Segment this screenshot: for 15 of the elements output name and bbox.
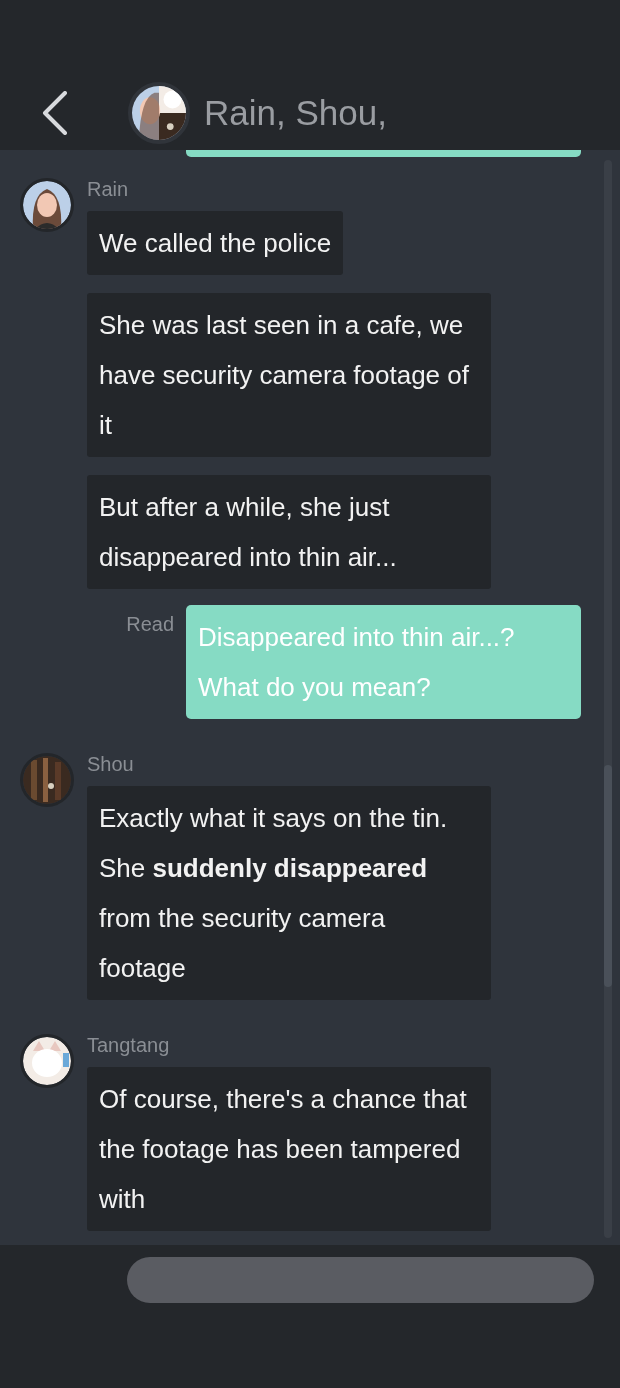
back-icon[interactable] [42, 90, 68, 135]
message-bubble: She was last seen in a cafe, we have security camera footage of it [87, 293, 491, 457]
message-bubble: Of course, there's a chance that the footage has been tampered with [87, 1067, 491, 1231]
sender-name: Rain [87, 178, 130, 201]
sender-name: Tangtang [87, 1034, 171, 1057]
scrollbar-thumb[interactable] [604, 765, 612, 987]
message-bubble: Disappeared into thin air...? What do you mean? [186, 605, 581, 719]
message-input[interactable] [127, 1257, 594, 1303]
sender-name: Shou [87, 753, 135, 776]
message-bubble: But after a while, she just disappeared into thin air... [87, 475, 491, 589]
group-avatar [128, 81, 190, 144]
message-bubble: We called the police [87, 211, 344, 275]
message-bubble: Exactly what it says on the tin. She suddenly disappeared from the security camera footage [87, 786, 491, 1000]
chat-title: Rain, Shou, [204, 92, 387, 133]
read-status: Read [126, 613, 174, 636]
